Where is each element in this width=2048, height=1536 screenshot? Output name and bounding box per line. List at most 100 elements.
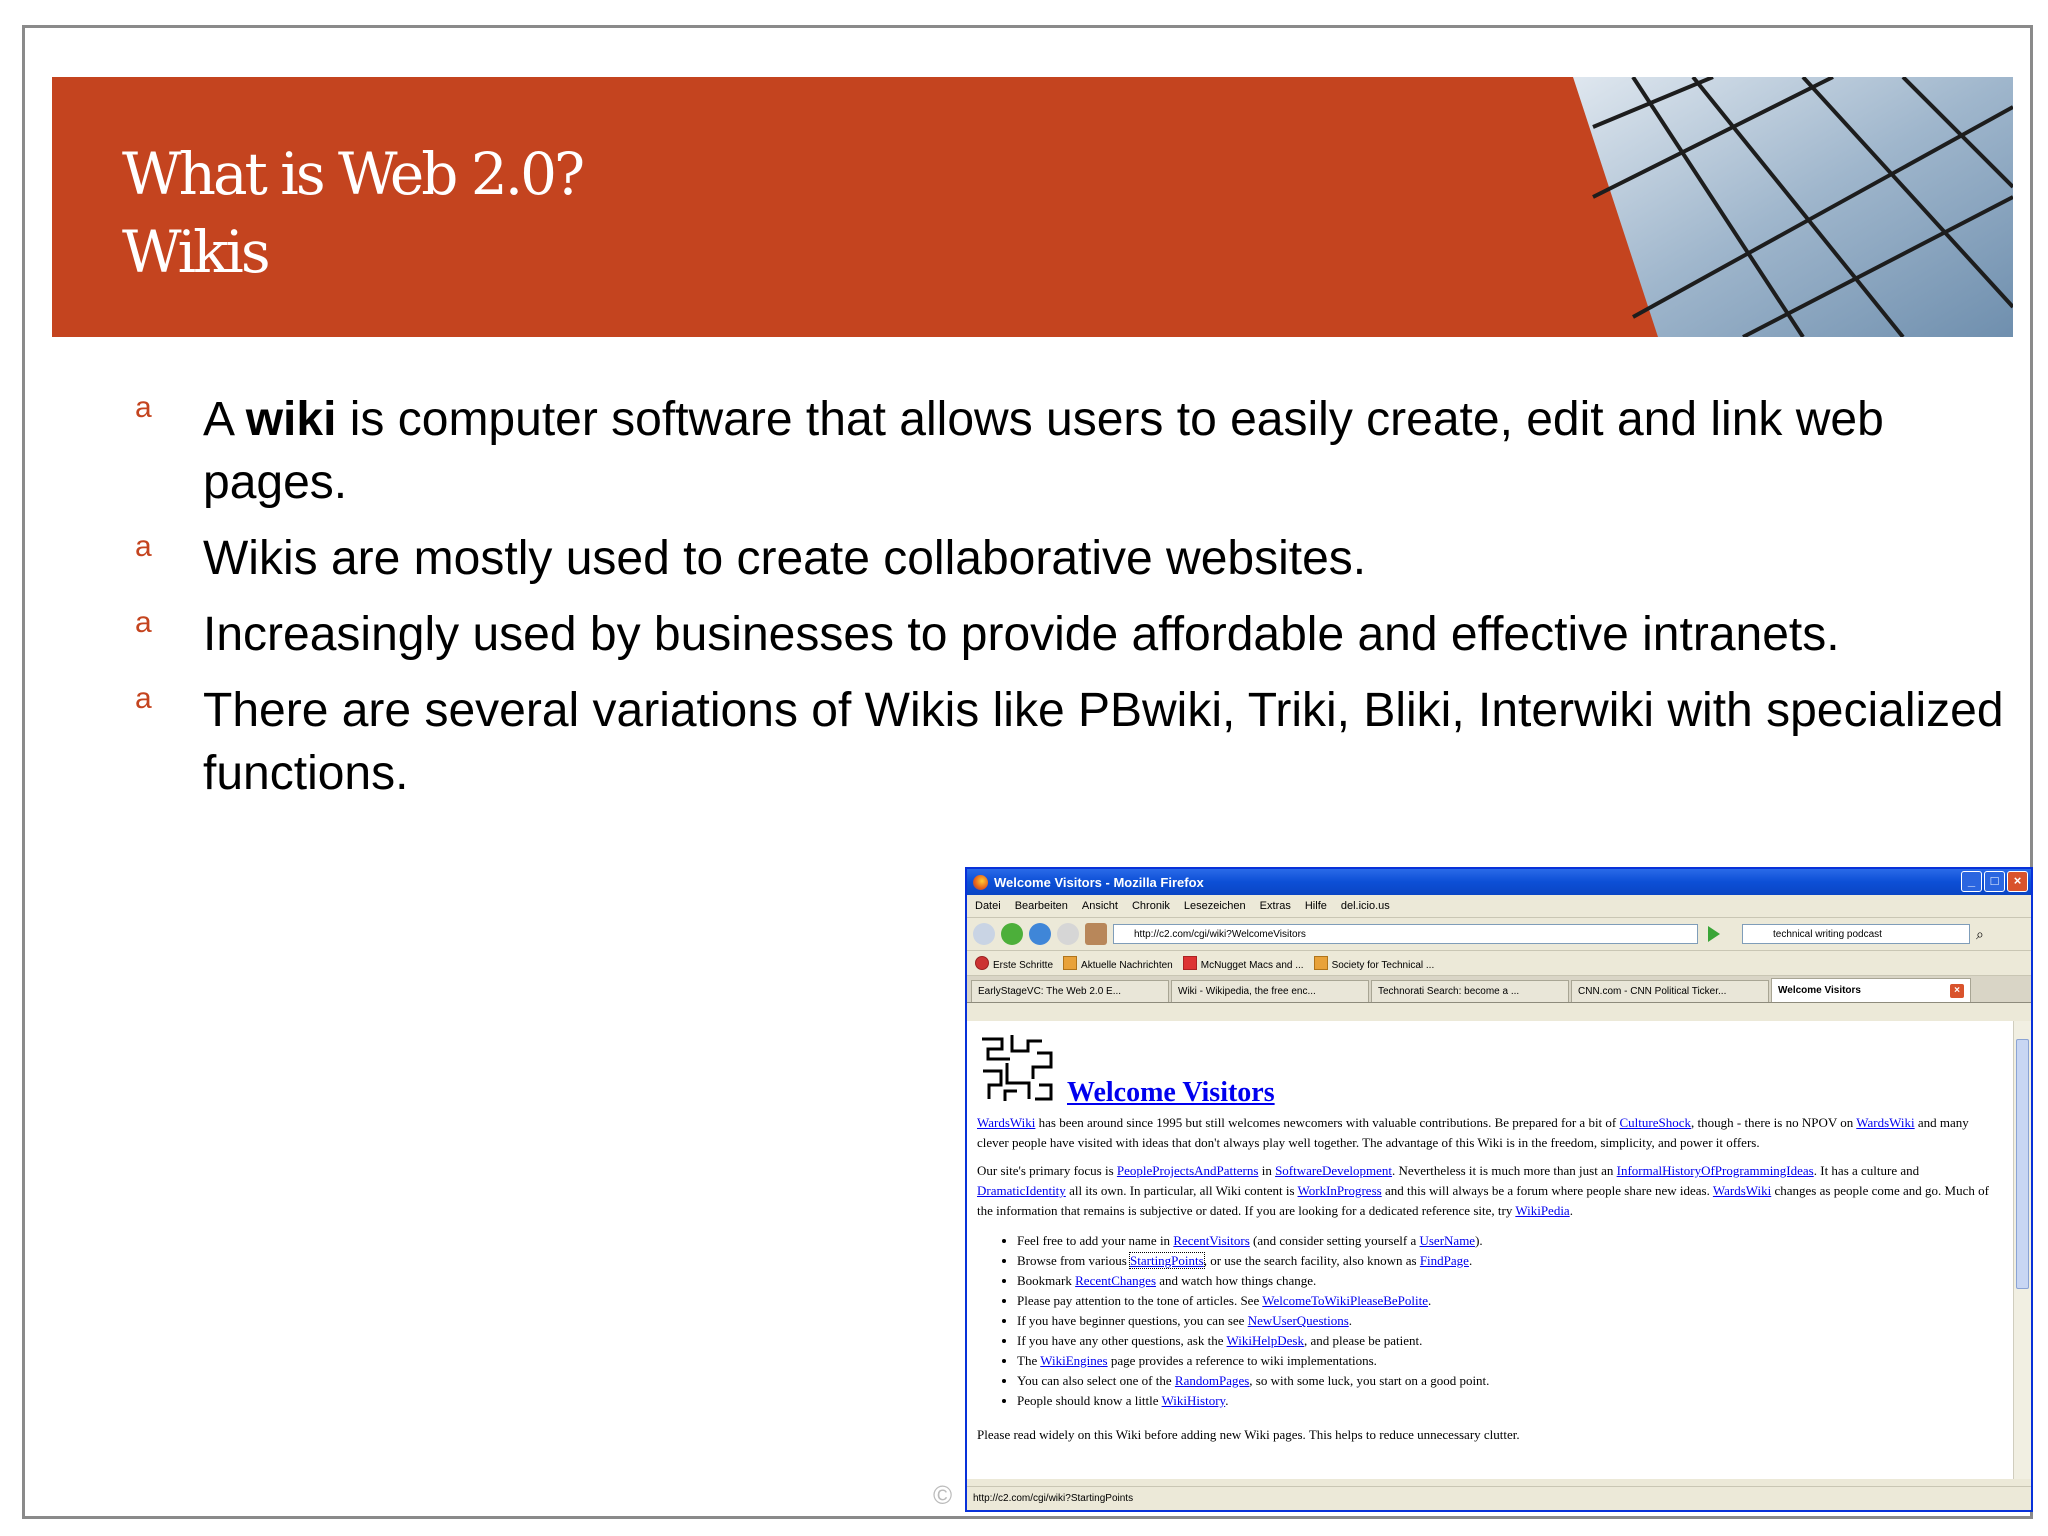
list-item: You can also select one of the RandomPag… xyxy=(1017,1371,2003,1391)
home-icon[interactable] xyxy=(1085,923,1107,945)
menu-item[interactable]: del.icio.us xyxy=(1341,900,1390,912)
bookmark-item[interactable]: Society for Technical ... xyxy=(1313,955,1434,971)
wiki-text: If you have beginner questions, you can … xyxy=(1017,1313,1248,1328)
scrollbar-thumb[interactable] xyxy=(2016,1039,2029,1289)
wiki-text: (and consider setting yourself a xyxy=(1249,1233,1420,1248)
wiki-text: Our site's primary focus is xyxy=(977,1163,1117,1178)
list-item: People should know a little WikiHistory. xyxy=(1017,1391,2003,1411)
bullet-text: is computer software that allows users t… xyxy=(203,393,1884,509)
browser-tab[interactable]: Technorati Search: become a ... xyxy=(1371,980,1569,1002)
bullet-text: Wikis are mostly used to create collabor… xyxy=(203,532,1367,585)
tab-strip: EarlyStageVC: The Web 2.0 E... Wiki - Wi… xyxy=(967,976,2031,1003)
list-item: Please pay attention to the tone of arti… xyxy=(1017,1291,2003,1311)
tab-close-icon[interactable]: × xyxy=(1950,983,1964,998)
wiki-link[interactable]: WikiPedia xyxy=(1515,1203,1569,1218)
wiki-link[interactable]: FindPage xyxy=(1420,1253,1469,1268)
menu-item[interactable]: Bearbeiten xyxy=(1015,900,1068,912)
browser-tab[interactable]: Wiki - Wikipedia, the free enc... xyxy=(1171,980,1369,1002)
wiki-text: , or use the search facility, also known… xyxy=(1203,1253,1420,1268)
title-line-2: Wikis xyxy=(122,218,271,286)
wiki-text: has been around since 1995 but still wel… xyxy=(1035,1115,1620,1130)
menu-item[interactable]: Ansicht xyxy=(1082,900,1118,912)
maximize-icon[interactable]: □ xyxy=(1984,871,2005,892)
wiki-link[interactable]: SoftwareDevelopment xyxy=(1275,1163,1392,1178)
menu-bar: Datei Bearbeiten Ansicht Chronik Lesezei… xyxy=(967,895,2031,918)
browser-tab[interactable]: CNN.com - CNN Political Ticker... xyxy=(1571,980,1769,1002)
bullet-list: a A wiki is computer software that allows… xyxy=(135,388,2015,818)
wiki-footer-text: Please read widely on this Wiki before a… xyxy=(977,1427,1520,1442)
tab-label: EarlyStageVC: The Web 2.0 E... xyxy=(978,986,1122,997)
magnifier-icon[interactable]: ⌕ xyxy=(1976,926,1984,943)
glass-building-photo xyxy=(1573,77,2013,337)
wiki-link[interactable]: RecentChanges xyxy=(1075,1273,1156,1288)
menu-item[interactable]: Chronik xyxy=(1132,900,1170,912)
wiki-text: The xyxy=(1017,1353,1041,1368)
list-item: If you have any other questions, ask the… xyxy=(1017,1331,2003,1351)
wiki-text: and this will always be a forum where pe… xyxy=(1381,1183,1713,1198)
bullet-text: Increasingly used by businesses to provi… xyxy=(203,608,1840,661)
wiki-text: . xyxy=(1468,1253,1473,1268)
wiki-text: in xyxy=(1258,1163,1276,1178)
wiki-text: If you have any other questions, ask the xyxy=(1017,1333,1227,1348)
back-arrow-icon[interactable] xyxy=(973,923,995,945)
list-item: The WikiEngines page provides a referenc… xyxy=(1017,1351,2003,1371)
browser-tab-active[interactable]: Welcome Visitors × xyxy=(1771,978,1971,1002)
menu-item[interactable]: Hilfe xyxy=(1305,900,1327,912)
list-item: If you have beginner questions, you can … xyxy=(1017,1311,2003,1331)
menu-item[interactable]: Extras xyxy=(1260,900,1291,912)
firefox-icon xyxy=(973,874,988,890)
wiki-link[interactable]: UserName xyxy=(1419,1233,1475,1248)
menu-item[interactable]: Lesezeichen xyxy=(1184,900,1246,912)
wiki-text: ). xyxy=(1475,1233,1483,1248)
wiki-link[interactable]: WikiHelpDesk xyxy=(1227,1333,1304,1348)
status-text: http://c2.com/cgi/wiki?StartingPoints xyxy=(973,1493,1134,1504)
url-bar[interactable]: http://c2.com/cgi/wiki?WelcomeVisitors xyxy=(1113,924,1698,944)
vertical-scrollbar[interactable] xyxy=(2013,1021,2031,1479)
wiki-link[interactable]: PeopleProjectsAndPatterns xyxy=(1117,1163,1259,1178)
status-bar: http://c2.com/cgi/wiki?StartingPoints xyxy=(967,1486,2031,1510)
wiki-link[interactable]: WardsWiki xyxy=(1713,1183,1771,1198)
wiki-link[interactable]: NewUserQuestions xyxy=(1248,1313,1349,1328)
wiki-link[interactable]: StartingPoints xyxy=(1129,1252,1205,1269)
wiki-heading-link[interactable]: Welcome Visitors xyxy=(1067,1079,1275,1107)
search-text: technical writing podcast xyxy=(1773,929,1882,940)
bullet-text: A xyxy=(203,393,246,446)
browser-tab[interactable]: EarlyStageVC: The Web 2.0 E... xyxy=(971,980,1169,1002)
page-content: Welcome Visitors WardsWiki has been arou… xyxy=(967,1021,2013,1479)
wiki-link[interactable]: InformalHistoryOfProgrammingIdeas xyxy=(1617,1163,1814,1178)
go-arrow-icon[interactable] xyxy=(1708,926,1720,942)
bookmarks-toolbar: Erste Schritte Aktuelle Nachrichten McNu… xyxy=(967,951,2031,976)
wiki-text: People should know a little xyxy=(1017,1393,1162,1408)
wiki-paragraph: WardsWiki has been around since 1995 but… xyxy=(977,1113,2003,1153)
wiki-text: . xyxy=(1225,1393,1229,1408)
menu-item[interactable]: Datei xyxy=(975,900,1001,912)
reload-icon[interactable] xyxy=(1029,923,1051,945)
wiki-link[interactable]: WardsWiki xyxy=(1856,1115,1914,1130)
list-item: Browse from various StartingPoints, or u… xyxy=(1017,1251,2003,1271)
wiki-link[interactable]: RecentVisitors xyxy=(1173,1233,1249,1248)
wiki-link[interactable]: WardsWiki xyxy=(977,1115,1035,1130)
wiki-link[interactable]: WikiEngines xyxy=(1040,1353,1107,1368)
minimize-icon[interactable]: _ xyxy=(1961,871,1982,892)
wiki-link[interactable]: WorkInProgress xyxy=(1298,1183,1382,1198)
wiki-text: You can also select one of the xyxy=(1017,1373,1175,1388)
wiki-link[interactable]: CultureShock xyxy=(1620,1115,1692,1130)
bookmark-item[interactable]: Aktuelle Nachrichten xyxy=(1063,955,1173,971)
wiki-text: . Nevertheless it is much more than just… xyxy=(1392,1163,1617,1178)
wiki-link[interactable]: DramaticIdentity xyxy=(977,1183,1066,1198)
forward-arrow-icon[interactable] xyxy=(1001,923,1023,945)
stop-icon[interactable] xyxy=(1057,923,1079,945)
bookmark-item[interactable]: McNugget Macs and ... xyxy=(1182,955,1304,971)
wiki-link[interactable]: RandomPages xyxy=(1175,1373,1249,1388)
bookmark-item[interactable]: Erste Schritte xyxy=(975,955,1053,971)
rss-icon xyxy=(1313,955,1328,970)
close-icon[interactable]: × xyxy=(2007,871,2028,892)
wiki-text: Browse from various xyxy=(1017,1253,1131,1268)
search-input[interactable]: technical writing podcast xyxy=(1742,924,1970,944)
window-titlebar[interactable]: Welcome Visitors - Mozilla Firefox _ □ × xyxy=(967,869,2031,895)
bullet-item: a A wiki is computer software that allows… xyxy=(135,388,2015,514)
bullet-marker: a xyxy=(135,682,152,715)
tab-label: Technorati Search: become a ... xyxy=(1378,986,1520,997)
wiki-link[interactable]: WelcomeToWikiPleaseBePolite xyxy=(1262,1293,1428,1308)
wiki-link[interactable]: WikiHistory xyxy=(1162,1393,1226,1408)
